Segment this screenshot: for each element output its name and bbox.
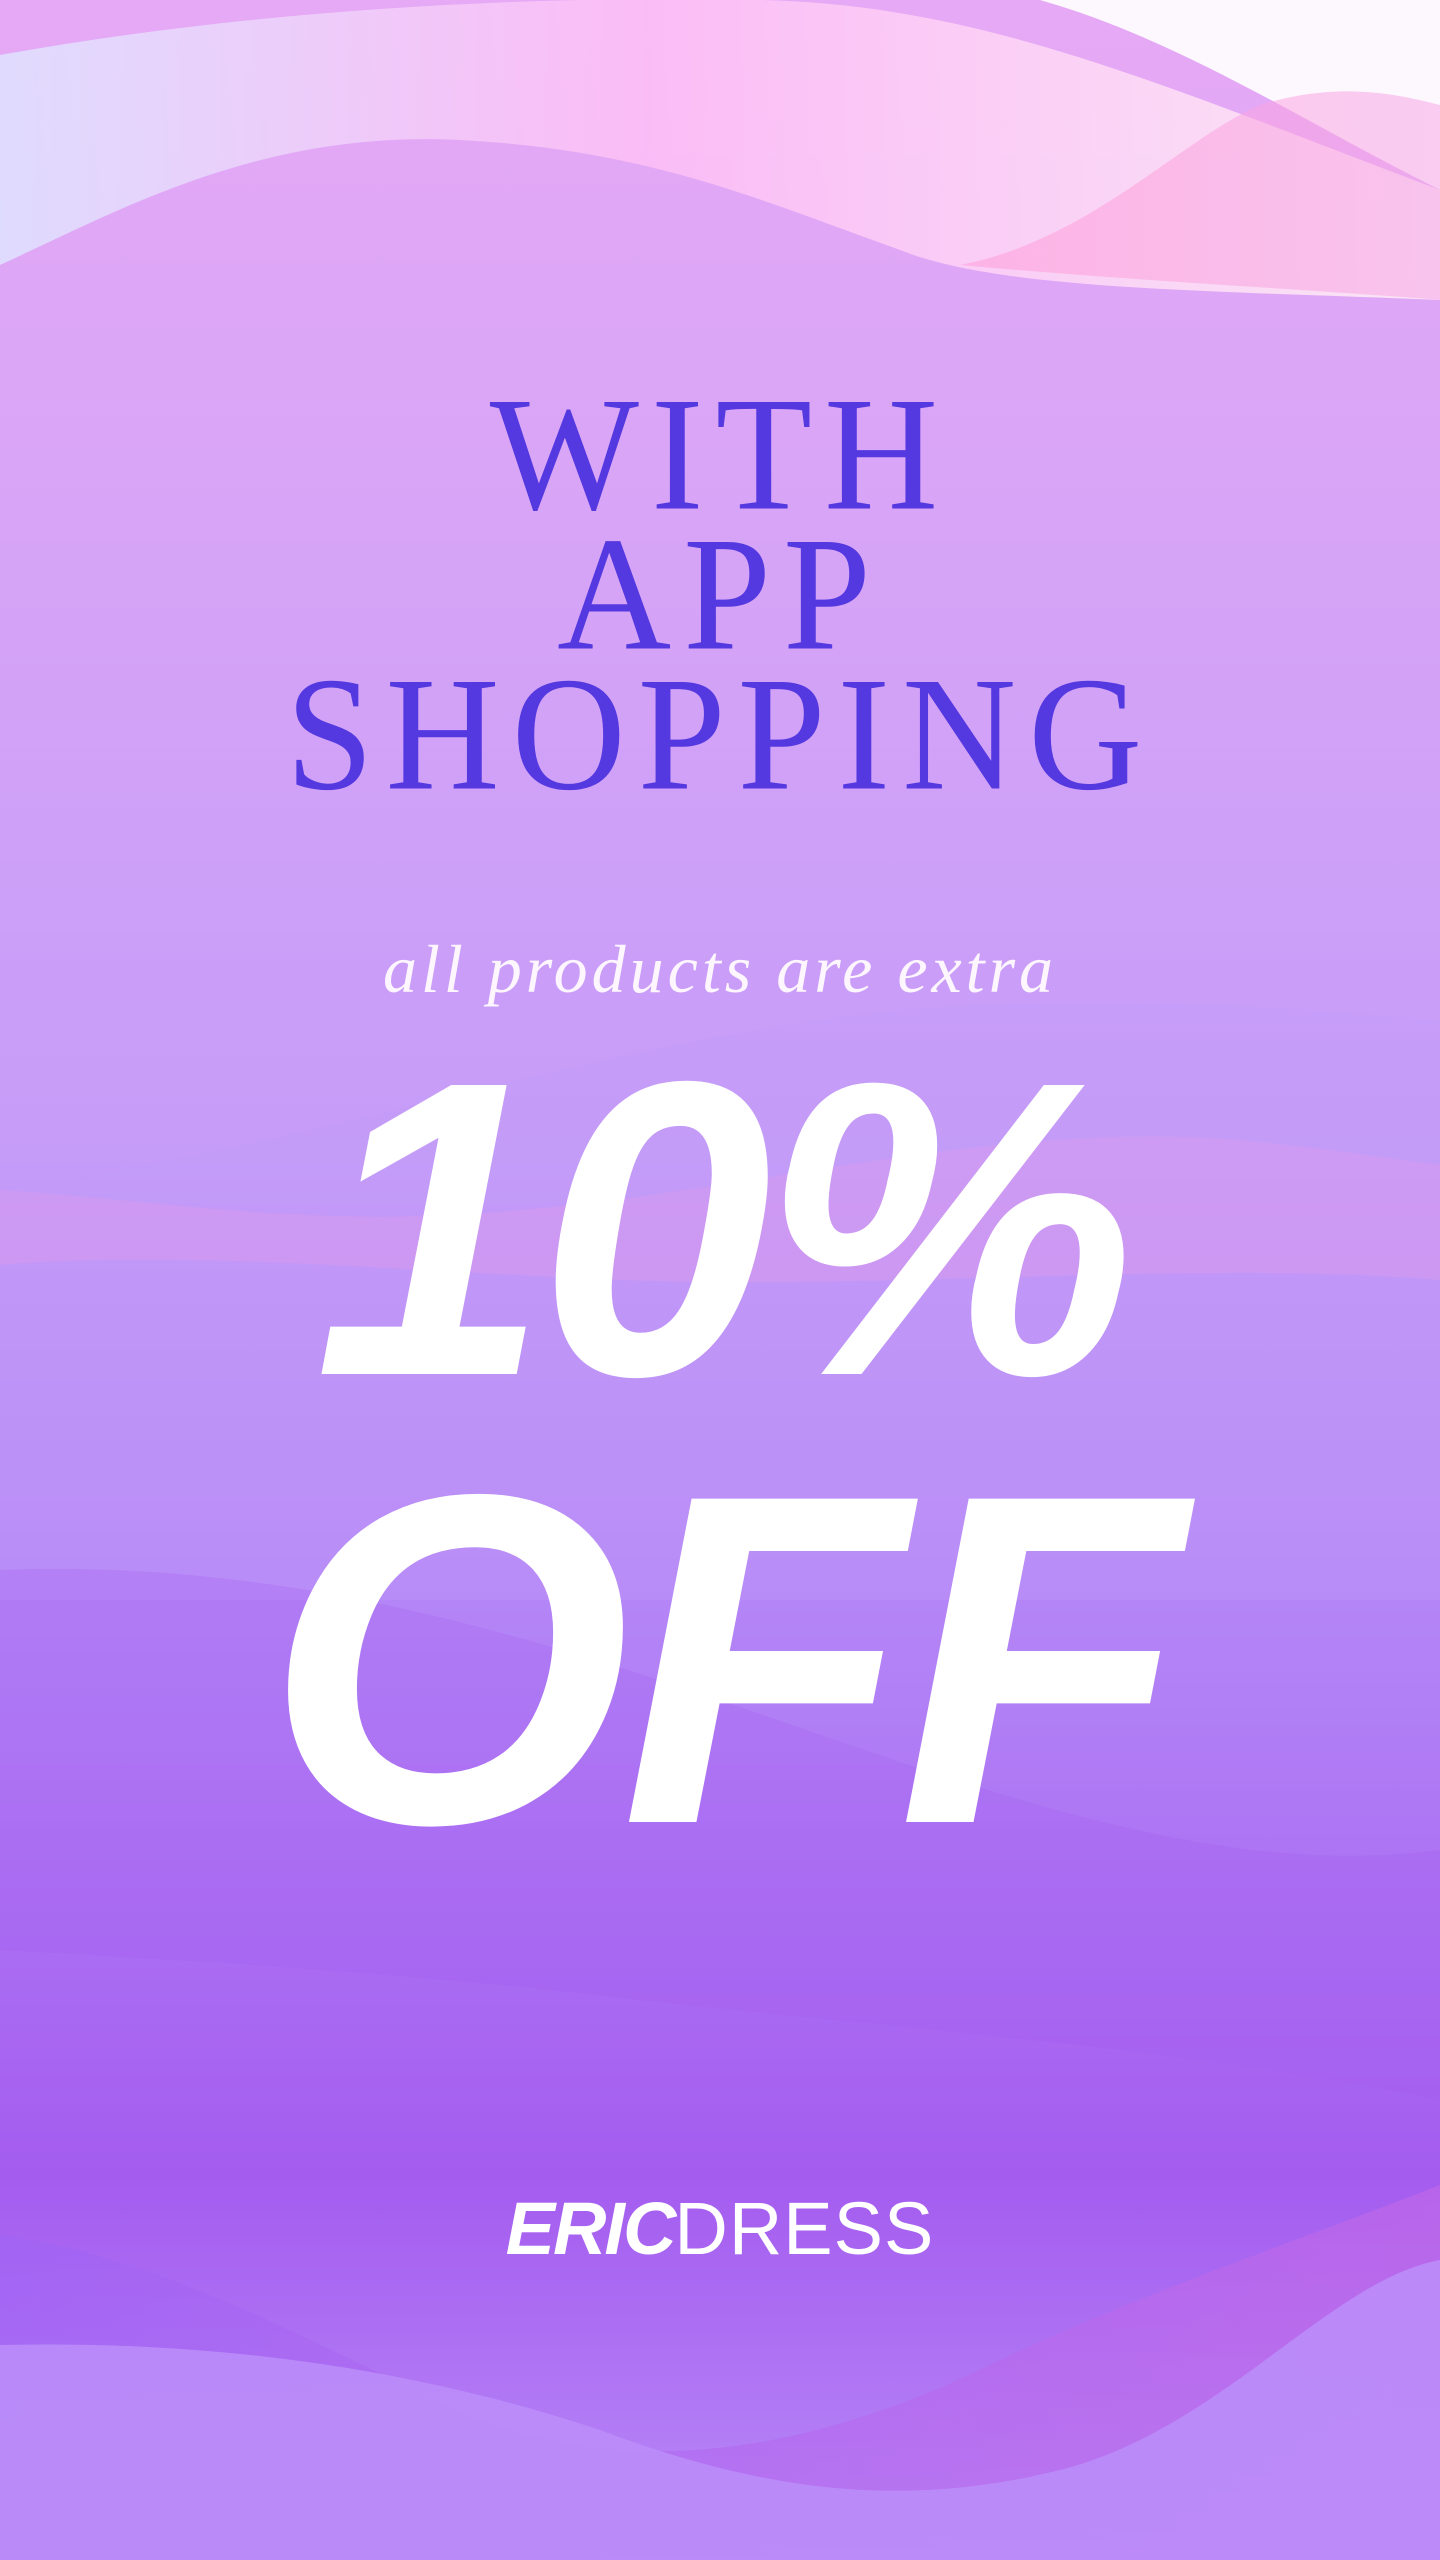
discount-label: OFF: [265, 1397, 1185, 1922]
brand-logo: ERICDRESS: [0, 2186, 1440, 2272]
brand-logo-part-2: DRESS: [674, 2187, 935, 2270]
promo-banner: WITH APP SHOPPING all products are extra…: [0, 0, 1440, 2560]
brand-logo-part-1: ERIC: [505, 2187, 677, 2270]
headline: WITH APP SHOPPING: [0, 373, 1440, 825]
headline-line-3: SHOPPING: [285, 644, 1155, 825]
